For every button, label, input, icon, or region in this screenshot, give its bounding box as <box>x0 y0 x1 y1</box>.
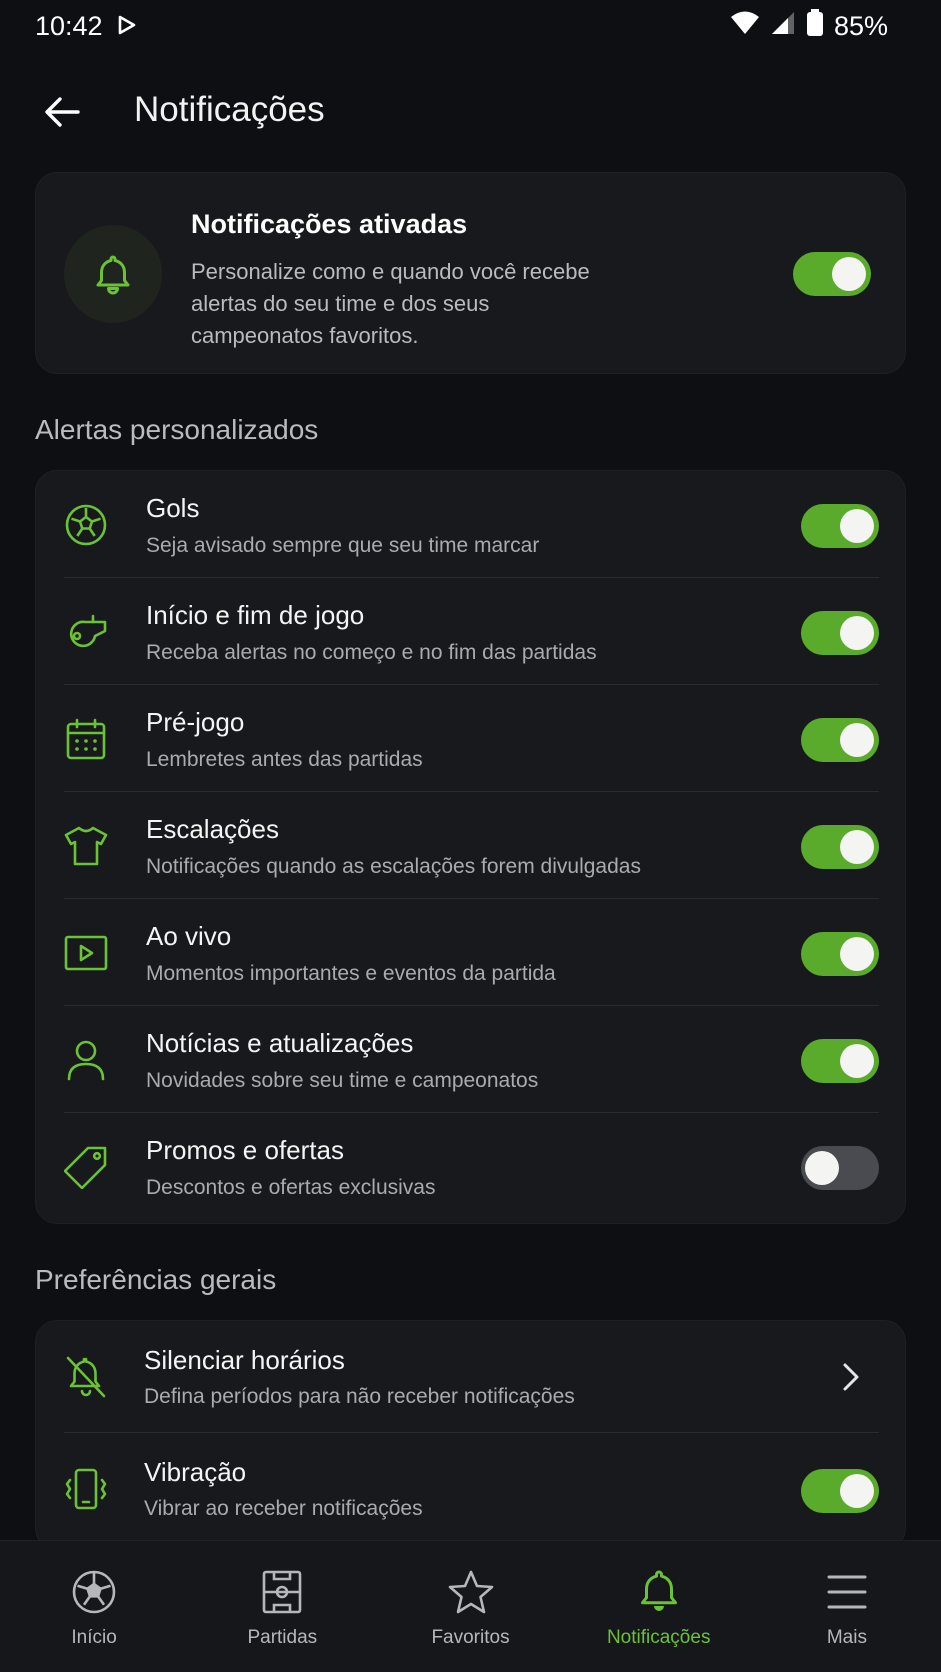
section-title-alerts: Alertas personalizados <box>35 414 319 445</box>
nav-item-matches[interactable]: Partidas <box>188 1541 376 1672</box>
alert-row-live[interactable]: Ao vivo Momentos importantes e eventos d… <box>36 899 907 1006</box>
alert-title: Início e fim de jogo <box>146 600 365 630</box>
nav-item-home[interactable]: Início <box>0 1541 188 1672</box>
pref-subtitle: Defina períodos para não receber notific… <box>144 1385 575 1408</box>
nav-item-favorites[interactable]: Favoritos <box>376 1541 564 1672</box>
alert-row-promos[interactable]: Promos e ofertas Descontos e ofertas exc… <box>36 1113 907 1220</box>
alert-subtitle: Lembretes antes das partidas <box>146 748 423 771</box>
live-toggle[interactable] <box>801 932 879 976</box>
preferences-list: Silenciar horários Defina períodos para … <box>35 1320 906 1550</box>
battery-icon <box>806 8 824 44</box>
alert-title: Gols <box>146 493 200 523</box>
tag-icon <box>62 1143 110 1191</box>
alert-row-goals[interactable]: Gols Seja avisado sempre que seu time ma… <box>36 471 907 578</box>
nav-label: Partidas <box>247 1627 318 1648</box>
nav-label: Favoritos <box>431 1627 510 1648</box>
promos-toggle[interactable] <box>801 1146 879 1190</box>
play-store-icon <box>117 11 137 42</box>
wifi-icon <box>730 10 760 43</box>
menu-icon <box>827 1575 867 1609</box>
star-icon <box>448 1570 493 1614</box>
pref-row-quiet-hours[interactable]: Silenciar horários Defina períodos para … <box>36 1321 907 1433</box>
arrow-left-icon <box>45 97 80 127</box>
page-title: Notificações <box>134 90 325 129</box>
soccer-ball-icon <box>62 501 110 549</box>
alert-subtitle: Momentos importantes e eventos da partid… <box>146 962 556 985</box>
section-title-preferences: Preferências gerais <box>35 1264 277 1295</box>
alert-title: Promos e ofertas <box>146 1135 344 1165</box>
lineups-toggle[interactable] <box>801 825 879 869</box>
alert-title: Pré-jogo <box>146 707 245 737</box>
alert-row-lineups[interactable]: Escalações Notificações quando as escala… <box>36 792 907 899</box>
pregame-toggle[interactable] <box>801 718 879 762</box>
nav-label: Início <box>71 1627 117 1648</box>
calendar-icon <box>62 715 110 763</box>
pref-row-vibration[interactable]: Vibração Vibrar ao receber notificações <box>36 1433 907 1545</box>
alert-title: Ao vivo <box>146 921 232 951</box>
whistle-icon <box>62 608 110 656</box>
hero-title: Notificações ativadas <box>191 209 468 239</box>
status-time: 10:42 <box>35 10 103 41</box>
alert-row-start-end[interactable]: Início e fim de jogo Receba alertas no c… <box>36 578 907 685</box>
back-button[interactable] <box>38 88 86 136</box>
alerts-list: Gols Seja avisado sempre que seu time ma… <box>35 470 906 1224</box>
alert-subtitle: Notificações quando as escalações forem … <box>146 855 641 878</box>
field-icon <box>262 1570 302 1614</box>
notifications-master-toggle[interactable] <box>793 252 871 296</box>
status-bar: 10:42 85% <box>0 0 941 52</box>
alert-subtitle: Novidades sobre seu time e campeonatos <box>146 1069 539 1092</box>
hero-description: Personalize como e quando você recebe al… <box>191 259 590 348</box>
pref-subtitle: Vibrar ao receber notificações <box>144 1497 423 1520</box>
soccer-ball-icon <box>72 1570 116 1614</box>
alert-title: Notícias e atualizações <box>146 1028 414 1058</box>
nav-label: Mais <box>826 1627 867 1648</box>
app-bar: Notificações <box>0 62 941 162</box>
hero-icon-badge <box>64 225 162 323</box>
alert-subtitle: Receba alertas no começo e no fim das pa… <box>146 641 597 664</box>
bell-icon <box>640 1570 677 1611</box>
nav-item-notifications[interactable]: Notificações <box>565 1541 753 1672</box>
bell-off-icon <box>62 1353 110 1401</box>
start-end-toggle[interactable] <box>801 611 879 655</box>
cellular-icon <box>770 10 796 43</box>
battery-percent: 85% <box>833 10 888 41</box>
vibration-toggle[interactable] <box>801 1469 879 1513</box>
bell-icon <box>96 255 130 295</box>
notifications-master-card: Notificações ativadas Personalize como e… <box>35 172 906 374</box>
alert-subtitle: Descontos e ofertas exclusivas <box>146 1176 436 1199</box>
news-toggle[interactable] <box>801 1039 879 1083</box>
alert-subtitle: Seja avisado sempre que seu time marcar <box>146 534 540 557</box>
person-icon <box>62 1036 110 1084</box>
alert-row-pregame[interactable]: Pré-jogo Lembretes antes das partidas <box>36 685 907 792</box>
chevron-right-icon <box>836 1359 866 1395</box>
vibration-icon <box>62 1465 110 1513</box>
bottom-navigation: Início Partidas Favoritos Notificações M… <box>0 1540 941 1672</box>
pref-title: Silenciar horários <box>144 1345 345 1375</box>
nav-item-more[interactable]: Mais <box>753 1541 941 1672</box>
pref-title: Vibração <box>144 1457 247 1487</box>
alert-row-news[interactable]: Notícias e atualizações Novidades sobre … <box>36 1006 907 1113</box>
play-icon <box>62 929 110 977</box>
goals-toggle[interactable] <box>801 504 879 548</box>
nav-label: Notificações <box>606 1627 711 1648</box>
alert-title: Escalações <box>146 814 279 844</box>
shirt-icon <box>62 822 110 870</box>
